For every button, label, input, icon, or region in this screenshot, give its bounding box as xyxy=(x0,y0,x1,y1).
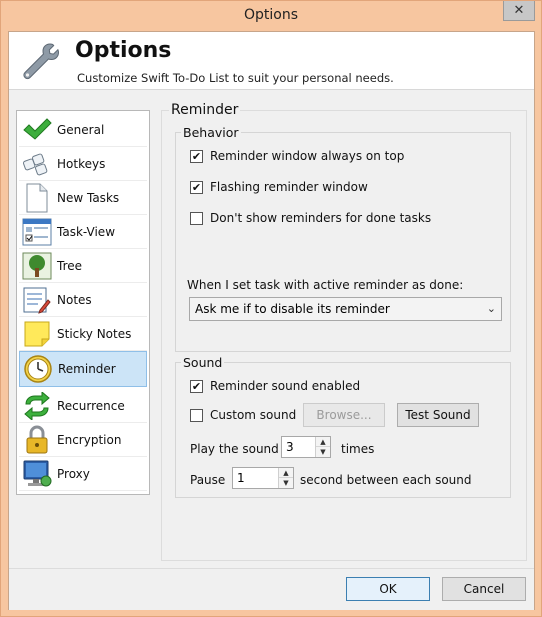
clock-icon xyxy=(22,353,54,385)
checkbox-box[interactable] xyxy=(190,211,203,225)
checkbox-box[interactable]: ✔ xyxy=(190,149,203,163)
sound-enabled-checkbox[interactable]: ✔ Reminder sound enabled xyxy=(190,379,360,393)
wrench-icon xyxy=(23,43,60,80)
checkbox-box[interactable]: ✔ xyxy=(190,379,203,393)
dont-show-done-checkbox[interactable]: Don't show reminders for done tasks xyxy=(190,211,431,225)
sidebar-item-general[interactable]: General xyxy=(19,113,147,147)
checkmark-icon xyxy=(21,114,53,146)
sidebar-item-proxy[interactable]: Proxy xyxy=(19,457,147,491)
play-times-stepper[interactable]: 3 ▲ ▼ xyxy=(281,436,331,458)
stepper-arrows[interactable]: ▲ ▼ xyxy=(315,437,330,457)
pause-suffix-label: second between each sound xyxy=(300,473,472,487)
stepper-up-icon[interactable]: ▲ xyxy=(316,437,330,447)
pause-seconds-stepper[interactable]: 1 ▲ ▼ xyxy=(232,467,294,489)
sticky-note-icon xyxy=(21,318,53,350)
done-action-label: When I set task with active reminder as … xyxy=(187,278,464,292)
stepper-arrows[interactable]: ▲ ▼ xyxy=(278,468,293,488)
header-panel: Options Customize Swift To-Do List to su… xyxy=(9,32,534,90)
sidebar-item-task-view[interactable]: Task-View xyxy=(19,215,147,249)
title-bar[interactable]: Options ✕ xyxy=(1,1,541,31)
pause-label: Pause xyxy=(190,473,226,487)
times-label: times xyxy=(341,442,375,456)
checkbox-box[interactable]: ✔ xyxy=(190,180,203,194)
computer-icon xyxy=(21,458,53,490)
section-title: Reminder xyxy=(169,102,241,118)
sidebar-item-recurrence[interactable]: Recurrence xyxy=(19,389,147,423)
behavior-group-title: Behavior xyxy=(181,125,241,140)
sidebar-item-tree[interactable]: Tree xyxy=(19,249,147,283)
dialog-client-area: Options Customize Swift To-Do List to su… xyxy=(8,31,535,610)
sidebar-item-reminder[interactable]: Reminder xyxy=(19,351,147,387)
custom-sound-checkbox[interactable]: Custom sound xyxy=(190,408,296,422)
page-subtitle: Customize Swift To-Do List to suit your … xyxy=(77,71,394,85)
sidebar-item-notes[interactable]: Notes xyxy=(19,283,147,317)
page-title: Options xyxy=(75,38,172,63)
cancel-button[interactable]: Cancel xyxy=(442,577,526,601)
sidebar-item-hotkeys[interactable]: Hotkeys xyxy=(19,147,147,181)
chevron-down-icon: ⌄ xyxy=(486,302,496,315)
close-button[interactable]: ✕ xyxy=(503,1,535,21)
document-icon xyxy=(21,182,53,214)
play-sound-label: Play the sound xyxy=(190,442,279,456)
sidebar-item-new-tasks[interactable]: New Tasks xyxy=(19,181,147,215)
stepper-down-icon[interactable]: ▼ xyxy=(316,447,330,457)
lock-icon xyxy=(21,424,53,456)
stepper-down-icon[interactable]: ▼ xyxy=(279,478,293,488)
stepper-up-icon[interactable]: ▲ xyxy=(279,468,293,478)
test-sound-button[interactable]: Test Sound xyxy=(397,403,479,427)
close-icon: ✕ xyxy=(513,3,525,18)
options-category-list[interactable]: General Hotkeys New Tasks Task-View Tree… xyxy=(16,110,150,495)
sidebar-item-encryption[interactable]: Encryption xyxy=(19,423,147,457)
tree-icon xyxy=(21,250,53,282)
checkbox-box[interactable] xyxy=(190,408,203,422)
always-on-top-checkbox[interactable]: ✔ Reminder window always on top xyxy=(190,149,404,163)
sound-group-title: Sound xyxy=(181,355,225,370)
flashing-window-checkbox[interactable]: ✔ Flashing reminder window xyxy=(190,180,368,194)
recurrence-icon xyxy=(21,390,53,422)
notes-icon xyxy=(21,284,53,316)
done-action-dropdown[interactable]: Ask me if to disable its reminder ⌄ xyxy=(189,297,502,321)
ok-button[interactable]: OK xyxy=(346,577,430,601)
options-window: Options ✕ Options Customize Swift To-Do … xyxy=(0,0,542,617)
browse-button[interactable]: Browse... xyxy=(303,403,385,427)
keyboard-icon xyxy=(21,148,53,180)
window-title: Options xyxy=(243,7,299,23)
sidebar-item-sticky-notes[interactable]: Sticky Notes xyxy=(19,317,147,351)
task-view-icon xyxy=(21,216,53,248)
